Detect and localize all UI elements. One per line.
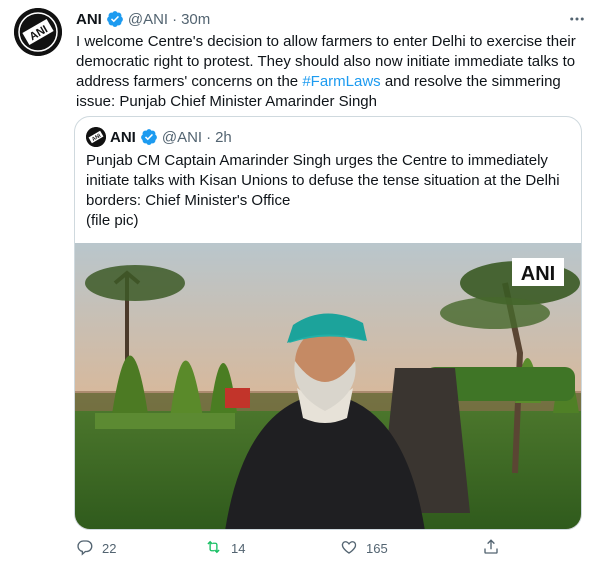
author-avatar[interactable]: ANI <box>14 8 62 56</box>
hashtag-link[interactable]: #FarmLaws <box>302 73 380 90</box>
like-button[interactable]: 165 <box>340 536 388 560</box>
quoted-text-line: (file pic) <box>86 212 139 229</box>
reply-count: 22 <box>102 540 117 556</box>
retweet-icon <box>204 538 223 559</box>
verified-badge-icon <box>140 128 158 146</box>
reply-icon <box>76 538 94 559</box>
separator-dot: · <box>206 128 212 146</box>
quoted-tweet-header: ANI @ANI · 2h <box>110 128 232 146</box>
photo-image: ANI <box>75 243 581 529</box>
quoted-media-photo[interactable]: ANI <box>75 243 581 529</box>
tweet-timestamp[interactable]: 30m <box>181 11 210 28</box>
ani-logo-icon: ANI <box>14 8 62 56</box>
like-count: 165 <box>366 540 388 556</box>
share-icon <box>482 538 500 559</box>
quoted-author-handle: @ANI <box>161 128 203 146</box>
tweet-header: ANI @ANI · 30m <box>76 9 210 29</box>
heart-icon <box>340 538 358 559</box>
separator-dot: · <box>172 10 178 28</box>
author-name[interactable]: ANI <box>76 11 102 28</box>
quoted-text-line: Punjab CM Captain Amarinder Singh urges … <box>86 152 560 209</box>
tweet-text: I welcome Centre's decision to allow far… <box>76 32 592 112</box>
quoted-tweet-text: Punjab CM Captain Amarinder Singh urges … <box>86 151 572 231</box>
retweet-button[interactable]: 14 <box>204 536 245 560</box>
reply-button[interactable]: 22 <box>76 536 116 560</box>
more-options-icon[interactable] <box>566 9 588 29</box>
quoted-author-name: ANI <box>110 128 136 146</box>
quoted-timestamp: 2h <box>215 128 232 146</box>
author-handle[interactable]: @ANI <box>128 11 168 28</box>
verified-badge-icon <box>106 10 124 28</box>
tweet[interactable]: ANI ANI @ANI · 30m I welcome Centre's de… <box>0 0 604 568</box>
tweet-actions-bar: 22 14 165 <box>76 536 576 560</box>
quoted-author-avatar: ANI <box>86 127 106 147</box>
retweet-count: 14 <box>231 540 246 556</box>
share-button[interactable] <box>482 536 500 560</box>
ani-watermark: ANI <box>521 263 555 285</box>
ani-logo-icon: ANI <box>86 127 106 147</box>
